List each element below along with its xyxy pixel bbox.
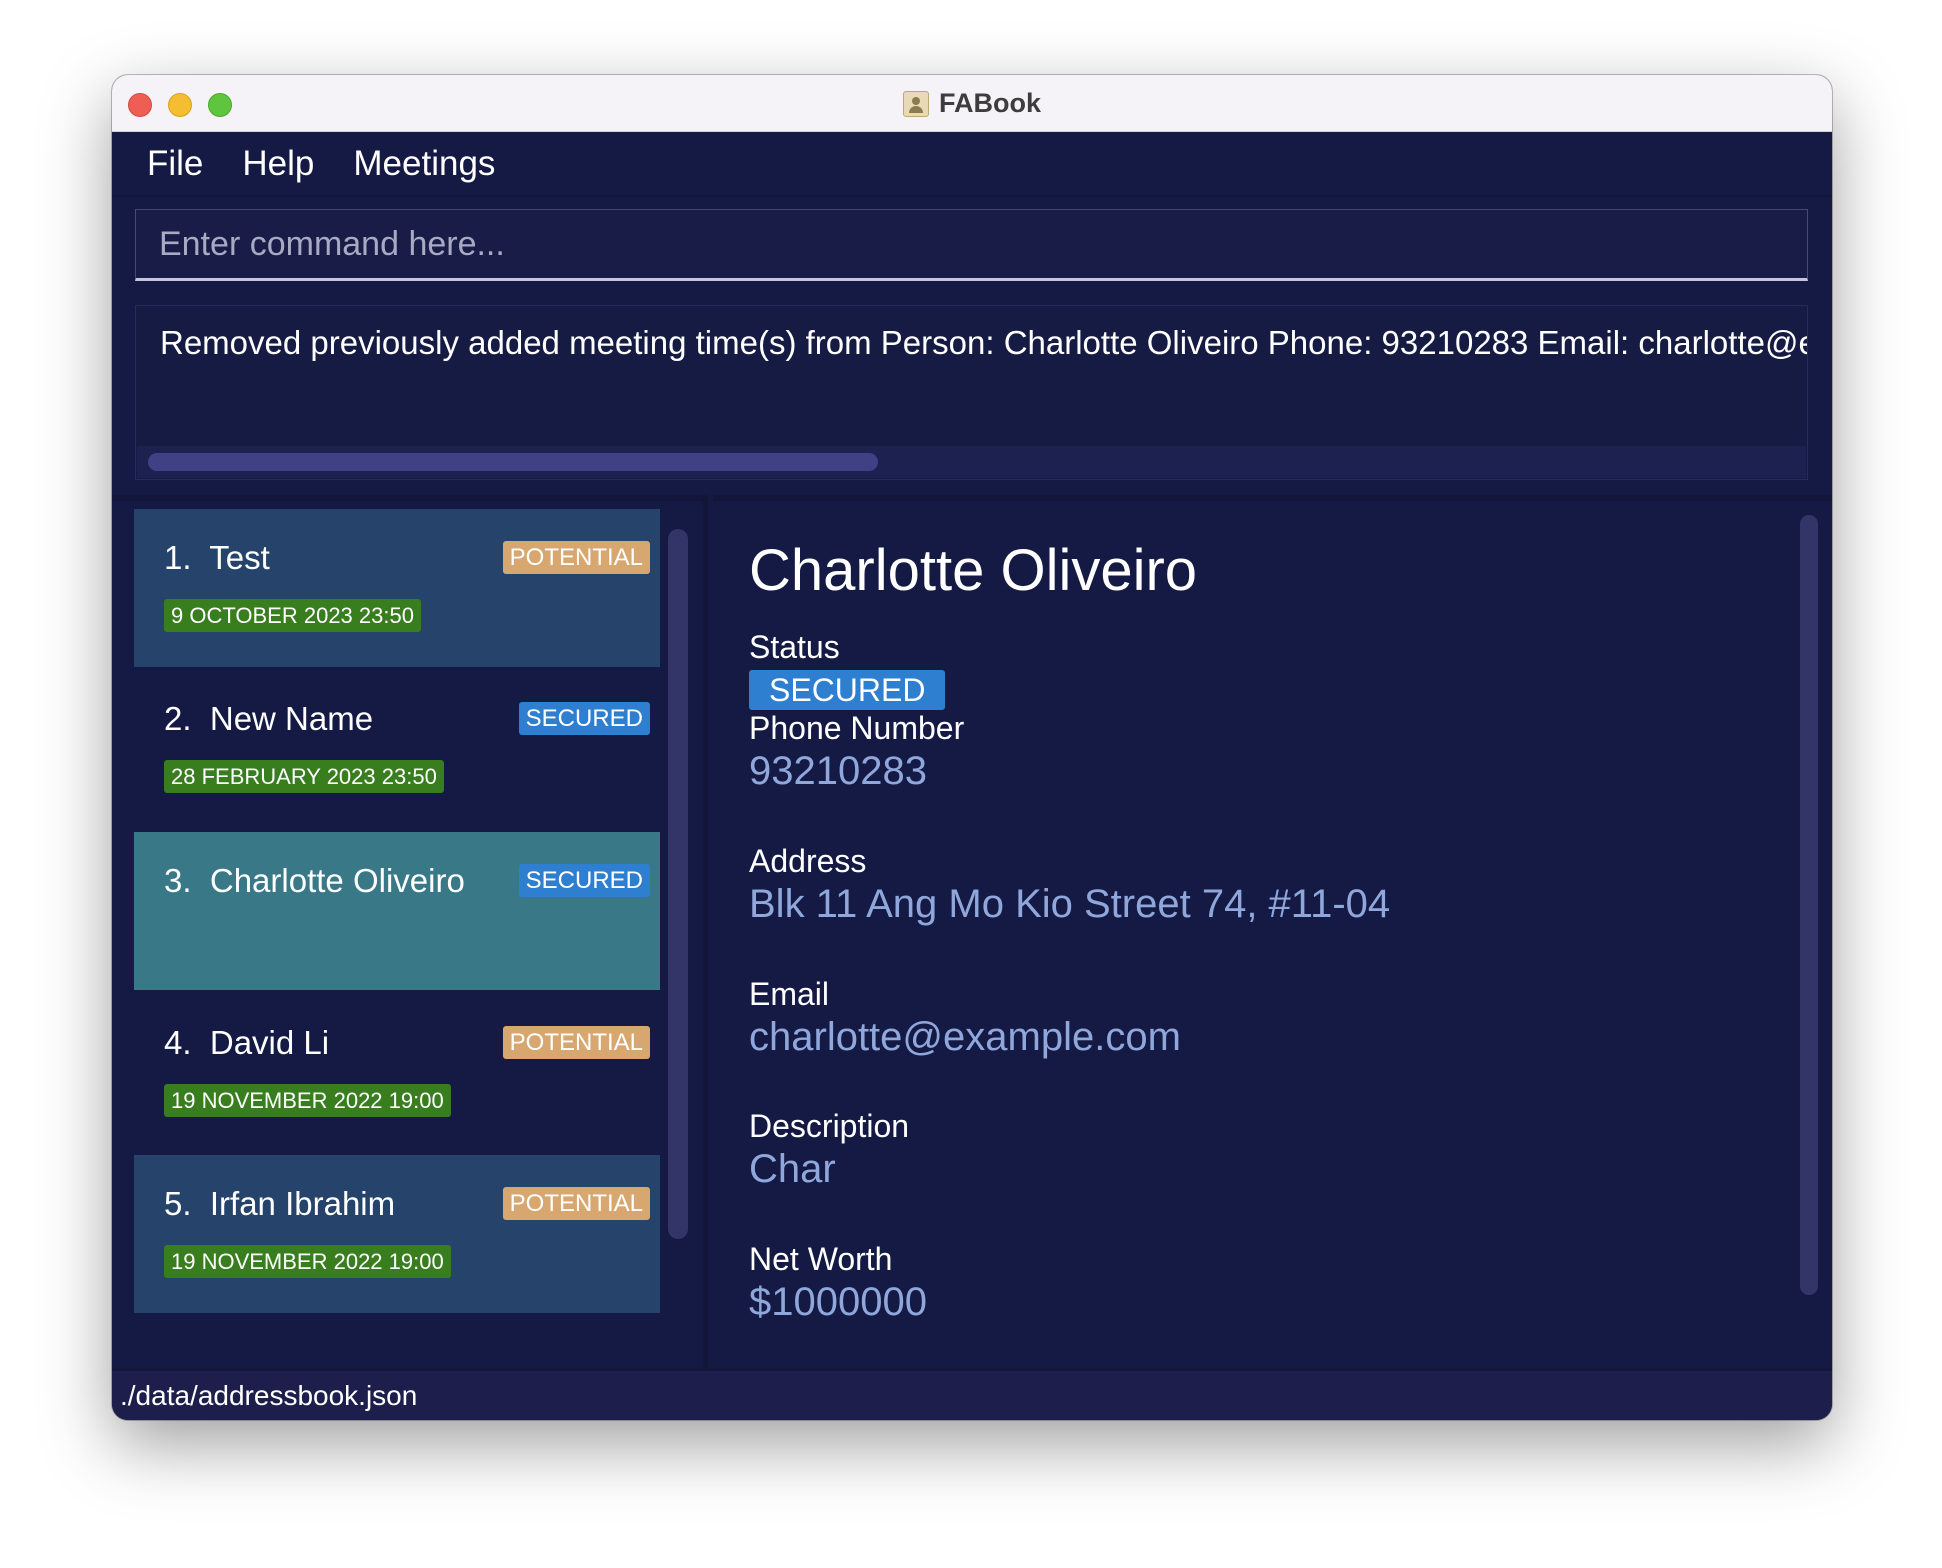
menu-bar: File Help Meetings [112,132,1832,197]
menu-meetings[interactable]: Meetings [353,144,495,184]
card-name: Charlotte Oliveiro [209,862,465,899]
networth-value: $1000000 [749,1280,927,1324]
list-scrollbar[interactable] [668,529,688,1239]
card-index-name: 3. Charlotte Oliveiro [164,862,465,900]
meeting-badge: 28 FEBRUARY 2023 23:50 [164,760,444,793]
menu-help[interactable]: Help [242,144,314,184]
email-value: charlotte@example.com [749,1015,1181,1059]
status-label: Status [749,629,840,665]
card-index: 4. [164,1024,192,1061]
result-message: Removed previously added meeting time(s)… [160,324,1808,361]
result-display: Removed previously added meeting time(s)… [135,305,1808,480]
command-input[interactable] [159,210,1807,278]
detail-person-name: Charlotte Oliveiro [749,538,1198,603]
title-area: FABook [112,75,1832,132]
phone-label: Phone Number [749,710,965,746]
meeting-badge: 19 NOVEMBER 2022 19:00 [164,1245,451,1278]
card-name: Test [209,539,270,576]
status-badge: SECURED [518,702,650,735]
title-bar: FABook [112,75,1832,132]
email-label: Email [749,976,830,1012]
app-window: FABook File Help Meetings Removed previo… [112,75,1832,1420]
card-index-name: 4. David Li [164,1024,329,1062]
person-card-2[interactable]: 2. New Name SECURED 28 FEBRUARY 2023 23:… [134,670,660,828]
person-list-panel: 1. Test POTENTIAL 9 OCTOBER 2023 23:50 2… [112,495,708,1420]
status-badge: POTENTIAL [502,1026,650,1059]
card-name: Irfan Ibrahim [209,1185,396,1222]
person-card-5[interactable]: 5. Irfan Ibrahim POTENTIAL 19 NOVEMBER 2… [134,1155,660,1313]
phone-value: 93210283 [749,749,927,793]
card-index-name: 1. Test [164,539,270,577]
detail-scrollbar[interactable] [1800,515,1818,1295]
detail-status-badge: SECURED [749,670,946,710]
person-card-4[interactable]: 4. David Li POTENTIAL 19 NOVEMBER 2022 1… [134,994,660,1152]
card-index: 3. [164,862,192,899]
card-index-name: 5. Irfan Ibrahim [164,1185,395,1223]
card-name: New Name [209,700,374,737]
address-value: Blk 11 Ang Mo Kio Street 74, #11-04 [749,882,1391,926]
window-title: FABook [938,88,1041,118]
menu-file[interactable]: File [147,144,203,184]
card-index: 1. [164,539,192,576]
card-index: 2. [164,700,192,737]
status-badge: POTENTIAL [502,1187,650,1220]
command-box [135,209,1808,281]
status-badge: SECURED [518,864,650,897]
status-bar: ./data/addressbook.json [112,1368,1832,1420]
status-badge: POTENTIAL [502,541,650,574]
card-index-name: 2. New Name [164,700,373,738]
networth-label: Net Worth [749,1241,893,1277]
description-value: Char [749,1147,836,1191]
person-detail-panel: Charlotte Oliveiro Status SECURED Phone … [713,495,1832,1420]
address-label: Address [749,843,867,879]
meeting-badge: 19 NOVEMBER 2022 19:00 [164,1084,451,1117]
card-index: 5. [164,1185,192,1222]
person-card-1[interactable]: 1. Test POTENTIAL 9 OCTOBER 2023 23:50 [134,509,660,667]
description-label: Description [749,1108,910,1144]
data-file-path: ./data/addressbook.json [120,1379,418,1411]
card-name: David Li [209,1024,330,1061]
result-scrollbar-thumb[interactable] [148,453,878,471]
address-book-icon [902,90,929,117]
person-card-3-selected[interactable]: 3. Charlotte Oliveiro SECURED [134,832,660,990]
meeting-badge: 9 OCTOBER 2023 23:50 [164,599,421,632]
